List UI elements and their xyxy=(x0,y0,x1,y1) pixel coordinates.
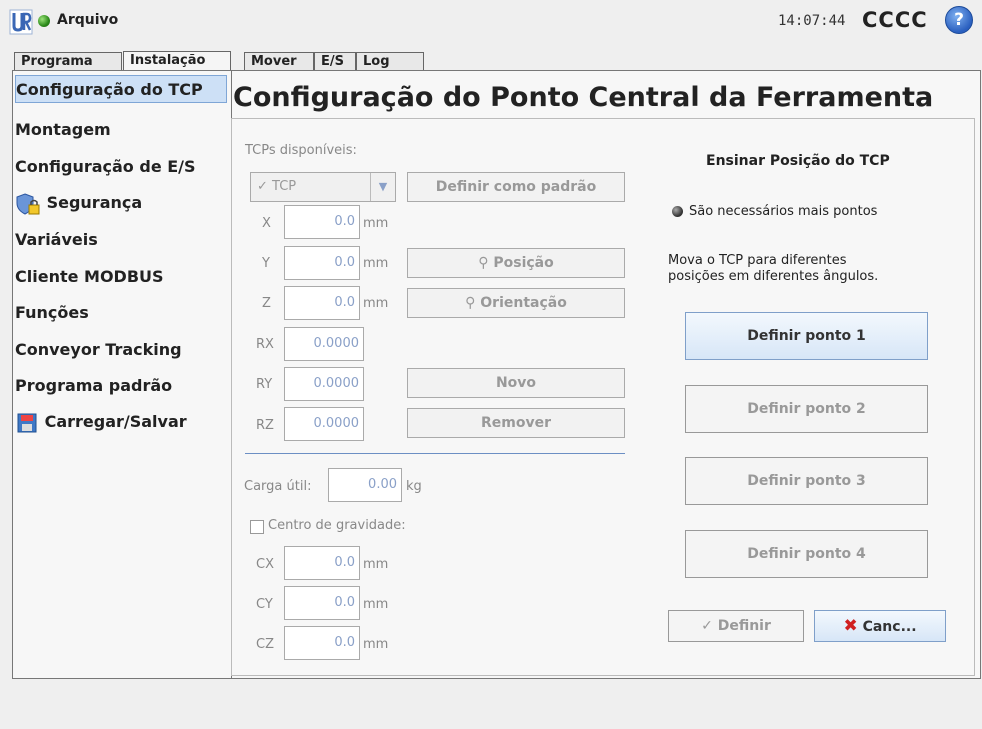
remove-button[interactable]: Remover xyxy=(407,408,625,438)
sidebar-item-carregar-salvar[interactable]: Carregar/Salvar xyxy=(15,408,187,436)
teach-instruction-1: Mova o TCP para diferentes xyxy=(668,253,847,268)
set-point-2-button[interactable]: Definir ponto 2 xyxy=(685,385,928,433)
x-unit: mm xyxy=(363,216,389,231)
sidebar-item-label: Configuração do TCP xyxy=(16,80,203,99)
z-unit: mm xyxy=(363,296,389,311)
cz-unit: mm xyxy=(363,637,389,652)
sidebar-item-label: Funções xyxy=(15,303,89,322)
sidebar-item-conveyor[interactable]: Conveyor Tracking xyxy=(15,336,182,364)
sidebar-item-modbus[interactable]: Cliente MODBUS xyxy=(15,263,164,291)
sidebar-item-tcp[interactable]: Configuração do TCP xyxy=(15,75,227,103)
rx-field[interactable]: 0.0000 xyxy=(284,327,364,361)
position-button[interactable]: ⚲ Posição xyxy=(407,248,625,278)
x-field[interactable]: 0.0 xyxy=(284,205,360,239)
position-button-label: Posição xyxy=(493,255,554,271)
sidebar-item-variaveis[interactable]: Variáveis xyxy=(15,226,98,254)
set-point-4-button[interactable]: Definir ponto 4 xyxy=(685,530,928,578)
tab-programa[interactable]: Programa xyxy=(14,52,122,70)
close-icon: ✖ xyxy=(843,616,858,636)
chevron-down-icon: ▼ xyxy=(370,173,395,201)
cx-label: CX xyxy=(256,557,274,572)
check-icon: ✓ xyxy=(701,618,718,634)
ry-label: RY xyxy=(256,377,273,392)
robot-name: CCCC xyxy=(862,8,928,32)
sidebar: Configuração do TCP Montagem Configuraçã… xyxy=(12,70,231,679)
page-title: Configuração do Ponto Central da Ferrame… xyxy=(233,82,934,113)
status-ok-icon xyxy=(38,15,50,27)
set-button-label: Definir xyxy=(717,618,771,634)
tab-es[interactable]: E/S xyxy=(314,52,356,70)
teach-status: São necessários mais pontos xyxy=(689,204,878,219)
set-default-button[interactable]: Definir como padrão xyxy=(407,172,625,202)
tool-icon: ⚲ xyxy=(478,255,494,271)
sidebar-item-montagem[interactable]: Montagem xyxy=(15,116,111,144)
cx-unit: mm xyxy=(363,557,389,572)
bottom-bar xyxy=(0,682,982,729)
ry-field[interactable]: 0.0000 xyxy=(284,367,364,401)
z-label: Z xyxy=(262,296,271,311)
rz-label: RZ xyxy=(256,418,274,433)
sidebar-item-seguranca[interactable]: Segurança xyxy=(15,189,142,217)
tcp-select-value: TCP xyxy=(272,179,297,194)
help-button[interactable]: ? xyxy=(945,6,973,34)
shield-lock-icon xyxy=(16,192,40,215)
sidebar-item-label: Montagem xyxy=(15,120,111,139)
teach-instruction-2: posições em diferentes ângulos. xyxy=(668,269,879,284)
cancel-button[interactable]: ✖ Canc... xyxy=(814,610,946,642)
ur-logo-icon xyxy=(9,9,33,35)
z-field[interactable]: 0.0 xyxy=(284,286,360,320)
cz-label: CZ xyxy=(256,637,274,652)
y-label: Y xyxy=(262,256,270,271)
tab-log[interactable]: Log xyxy=(356,52,424,70)
orientation-button-label: Orientação xyxy=(480,295,567,311)
cx-field[interactable]: 0.0 xyxy=(284,546,360,580)
cog-label: Centro de gravidade: xyxy=(268,518,406,533)
payload-unit: kg xyxy=(406,479,422,494)
sidebar-item-label: Conveyor Tracking xyxy=(15,340,182,359)
sidebar-item-label: Configuração de E/S xyxy=(15,157,196,176)
payload-field[interactable]: 0.00 xyxy=(328,468,402,502)
rz-field[interactable]: 0.0000 xyxy=(284,407,364,441)
sidebar-item-funcoes[interactable]: Funções xyxy=(15,299,89,327)
divider xyxy=(245,453,625,454)
payload-label: Carga útil: xyxy=(244,479,312,494)
check-icon: ✓ xyxy=(257,179,268,194)
tab-mover[interactable]: Mover xyxy=(244,52,314,70)
sidebar-item-label: Segurança xyxy=(46,193,143,212)
cog-checkbox[interactable] xyxy=(250,520,264,534)
sidebar-item-label: Carregar/Salvar xyxy=(44,412,187,431)
clock: 14:07:44 xyxy=(778,13,846,29)
sidebar-item-io[interactable]: Configuração de E/S xyxy=(15,153,196,181)
tcp-select[interactable]: ✓ TCP ▼ xyxy=(250,172,396,202)
new-button[interactable]: Novo xyxy=(407,368,625,398)
tab-instalacao[interactable]: Instalação xyxy=(123,51,231,71)
sidebar-item-label: Programa padrão xyxy=(15,376,173,395)
cancel-button-label: Canc... xyxy=(862,619,917,635)
file-menu[interactable]: Arquivo xyxy=(57,12,118,28)
sidebar-item-programa-padrao[interactable]: Programa padrão xyxy=(15,372,172,400)
teach-title: Ensinar Posição do TCP xyxy=(706,153,890,169)
x-label: X xyxy=(262,216,271,231)
set-button[interactable]: ✓ Definir xyxy=(668,610,804,642)
set-point-3-button[interactable]: Definir ponto 3 xyxy=(685,457,928,505)
cy-label: CY xyxy=(256,597,273,612)
set-point-1-button[interactable]: Definir ponto 1 xyxy=(685,312,928,360)
available-tcps-label: TCPs disponíveis: xyxy=(245,143,357,158)
sidebar-item-label: Variáveis xyxy=(15,230,98,249)
status-dot-icon xyxy=(672,206,683,217)
y-unit: mm xyxy=(363,256,389,271)
cy-unit: mm xyxy=(363,597,389,612)
tool-icon: ⚲ xyxy=(465,295,481,311)
cz-field[interactable]: 0.0 xyxy=(284,626,360,660)
sidebar-item-label: Cliente MODBUS xyxy=(15,267,164,286)
y-field[interactable]: 0.0 xyxy=(284,246,360,280)
orientation-button[interactable]: ⚲ Orientação xyxy=(407,288,625,318)
save-disk-icon xyxy=(17,413,37,432)
rx-label: RX xyxy=(256,337,274,352)
cy-field[interactable]: 0.0 xyxy=(284,586,360,620)
